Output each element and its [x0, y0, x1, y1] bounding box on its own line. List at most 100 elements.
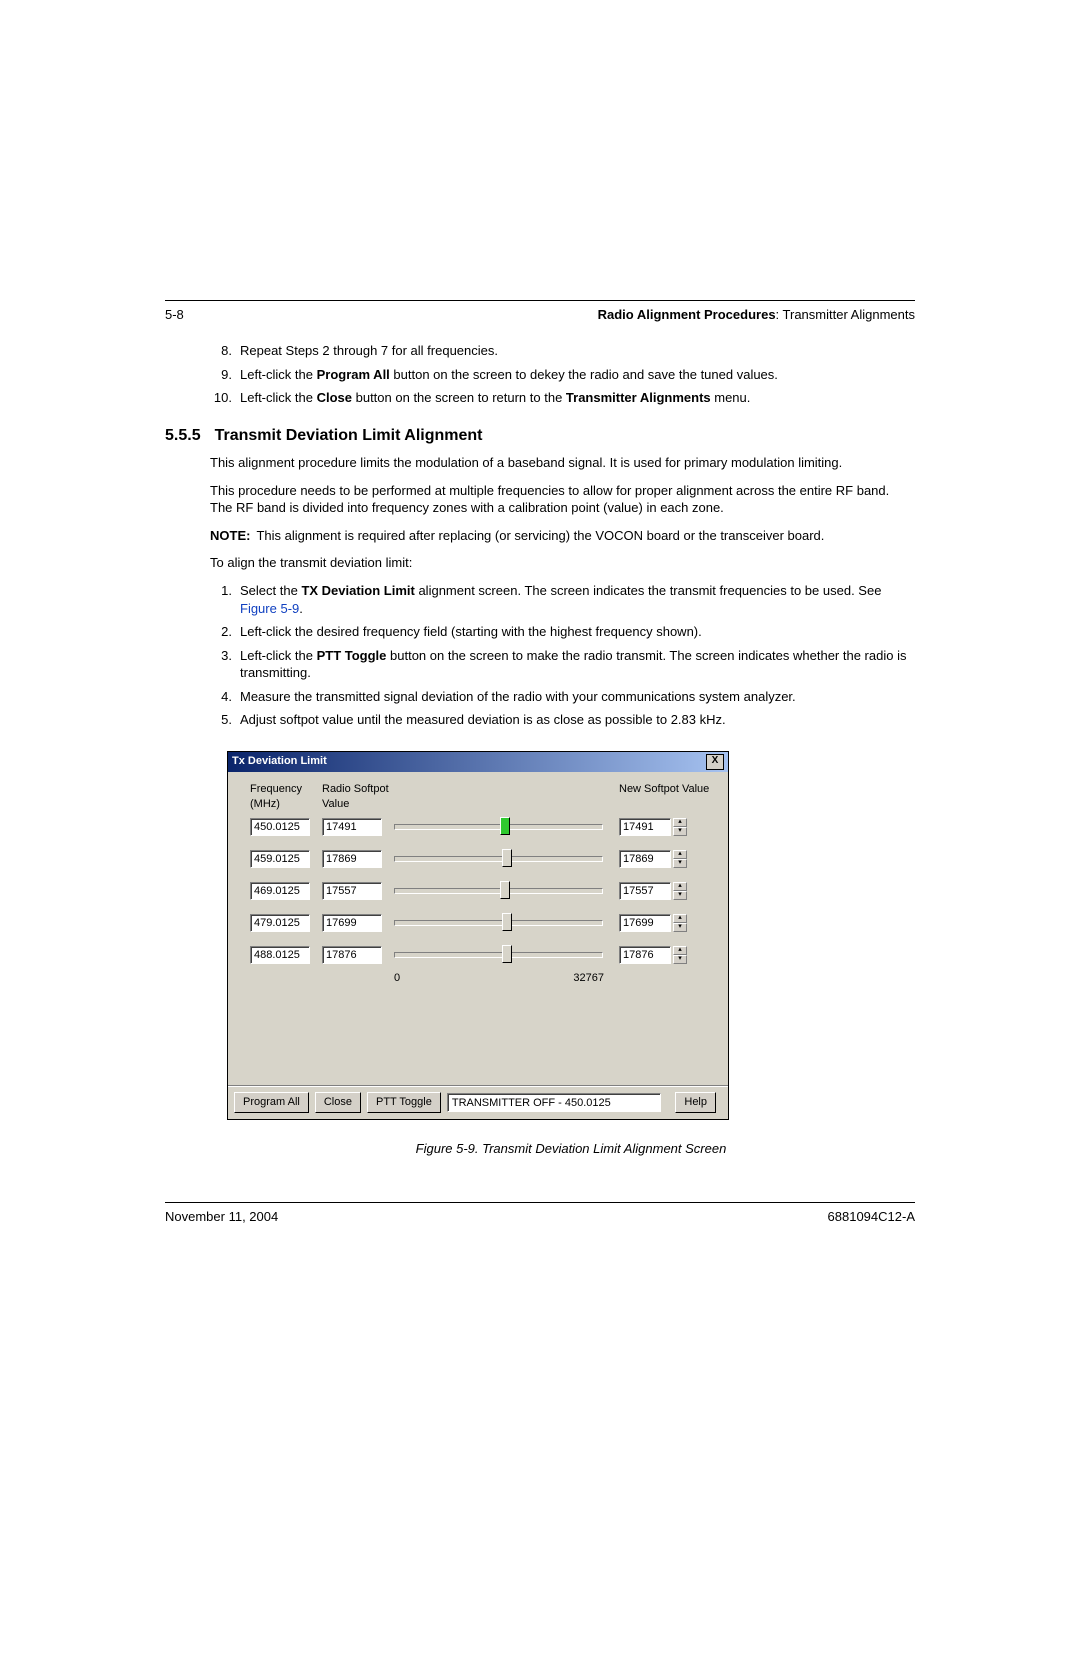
term-close: Close — [317, 390, 352, 405]
step-text-b: button on the screen to return to the — [352, 390, 566, 405]
tx-deviation-window: Tx Deviation Limit X Frequency (MHz) Rad… — [227, 751, 729, 1121]
spin-down-button[interactable]: ▾ — [673, 827, 687, 836]
softpot-slider[interactable] — [394, 817, 603, 837]
t: Left-click the desired frequency field (… — [240, 624, 702, 639]
figure-reference[interactable]: Figure 5-9 — [240, 601, 299, 616]
spin-control: ▴▾ — [673, 818, 687, 836]
slider-thumb[interactable] — [502, 945, 512, 963]
slider-thumb[interactable] — [502, 849, 512, 867]
proc-step-5: 5. Adjust softpot value until the measur… — [210, 711, 915, 729]
radio-softpot-field: 17699 — [322, 914, 382, 932]
frequency-field[interactable]: 450.0125 — [250, 818, 310, 836]
step-number: 9. — [210, 366, 232, 384]
window-titlebar[interactable]: Tx Deviation Limit X — [228, 752, 728, 772]
t: alignment screen. The screen indicates t… — [415, 583, 882, 598]
note-block: NOTE: This alignment is required after r… — [210, 527, 915, 545]
step-number: 8. — [210, 342, 232, 360]
spin-control: ▴▾ — [673, 946, 687, 964]
spin-down-button[interactable]: ▾ — [673, 891, 687, 900]
scale-min: 0 — [394, 971, 414, 986]
header-title: Radio Alignment Procedures: Transmitter … — [598, 307, 915, 322]
spin-up-button[interactable]: ▴ — [673, 818, 687, 827]
radio-softpot-field: 17491 — [322, 818, 382, 836]
step-number: 2. — [210, 623, 232, 641]
footer-rule — [165, 1202, 915, 1203]
close-button[interactable]: Close — [315, 1092, 361, 1113]
ptt-toggle-button[interactable]: PTT Toggle — [367, 1092, 441, 1113]
frequency-field[interactable]: 469.0125 — [250, 882, 310, 900]
t: Adjust softpot value until the measured … — [240, 712, 726, 727]
window-close-button[interactable]: X — [706, 754, 724, 770]
step-text-b: button on the screen to dekey the radio … — [390, 367, 778, 382]
t: Measure the transmitted signal deviation… — [240, 689, 796, 704]
help-button[interactable]: Help — [675, 1092, 716, 1113]
spin-up-button[interactable]: ▴ — [673, 914, 687, 923]
figure-caption: Figure 5-9. Transmit Deviation Limit Ali… — [227, 1140, 915, 1158]
frequency-field[interactable]: 479.0125 — [250, 914, 310, 932]
window-body: Frequency (MHz) Radio Softpot Value New … — [228, 772, 728, 991]
step-8: 8. Repeat Steps 2 through 7 for all freq… — [210, 342, 915, 360]
note-text: This alignment is required after replaci… — [256, 527, 824, 545]
new-softpot-field[interactable]: 17557 — [619, 882, 671, 900]
section-heading: 5.5.5 Transmit Deviation Limit Alignment — [165, 425, 915, 447]
softpot-slider[interactable] — [394, 913, 603, 933]
slider-thumb[interactable] — [500, 817, 510, 835]
step-number: 1. — [210, 582, 232, 600]
step-number: 10. — [210, 389, 232, 407]
header-title-rest: : Transmitter Alignments — [776, 307, 915, 322]
spin-down-button[interactable]: ▾ — [673, 923, 687, 932]
spin-control: ▴▾ — [673, 882, 687, 900]
slider-scale: 0 32767 — [394, 971, 714, 986]
frequency-field[interactable]: 488.0125 — [250, 946, 310, 964]
spin-up-button[interactable]: ▴ — [673, 882, 687, 891]
new-softpot-field[interactable]: 17869 — [619, 850, 671, 868]
spin-up-button[interactable]: ▴ — [673, 850, 687, 859]
new-softpot-field[interactable]: 17699 — [619, 914, 671, 932]
procedure-steps: 1. Select the TX Deviation Limit alignme… — [210, 582, 915, 729]
footer-docnum: 6881094C12-A — [828, 1209, 915, 1224]
term-ptt-toggle: PTT Toggle — [317, 648, 387, 663]
header-rule — [165, 300, 915, 301]
proc-step-4: 4. Measure the transmitted signal deviat… — [210, 688, 915, 706]
softpot-slider[interactable] — [394, 849, 603, 869]
t: Left-click the — [240, 648, 317, 663]
new-softpot-field[interactable]: 17491 — [619, 818, 671, 836]
term-transmitter-alignments: Transmitter Alignments — [566, 390, 711, 405]
spin-down-button[interactable]: ▾ — [673, 859, 687, 868]
slider-thumb[interactable] — [502, 913, 512, 931]
header-new-softpot: New Softpot Value — [619, 782, 714, 812]
step-text-c: menu. — [711, 390, 751, 405]
radio-softpot-field: 17869 — [322, 850, 382, 868]
new-softpot-field[interactable]: 17876 — [619, 946, 671, 964]
step-text: Repeat Steps 2 through 7 for all frequen… — [240, 343, 498, 358]
running-header: 5-8 Radio Alignment Procedures: Transmit… — [165, 307, 915, 322]
softpot-slider[interactable] — [394, 881, 603, 901]
scale-max: 32767 — [554, 971, 604, 986]
t: . — [299, 601, 303, 616]
softpot-row: 450.01251749117491▴▾ — [250, 817, 714, 837]
body-content: 8. Repeat Steps 2 through 7 for all freq… — [165, 342, 915, 1158]
step-text-a: Left-click the — [240, 367, 317, 382]
step-9: 9. Left-click the Program All button on … — [210, 366, 915, 384]
radio-softpot-field: 17876 — [322, 946, 382, 964]
softpot-slider[interactable] — [394, 945, 603, 965]
window-title: Tx Deviation Limit — [232, 754, 327, 769]
step-number: 4. — [210, 688, 232, 706]
footer-date: November 11, 2004 — [165, 1209, 278, 1224]
column-headers: Frequency (MHz) Radio Softpot Value New … — [250, 782, 714, 812]
t: Select the — [240, 583, 301, 598]
section-number: 5.5.5 — [165, 425, 201, 447]
spin-up-button[interactable]: ▴ — [673, 946, 687, 955]
transmitter-status-field: TRANSMITTER OFF - 450.0125 — [447, 1093, 662, 1112]
step-text-a: Left-click the — [240, 390, 317, 405]
slider-thumb[interactable] — [500, 881, 510, 899]
spin-control: ▴▾ — [673, 914, 687, 932]
header-spacer — [412, 782, 619, 812]
spin-down-button[interactable]: ▾ — [673, 955, 687, 964]
radio-softpot-field: 17557 — [322, 882, 382, 900]
step-number: 3. — [210, 647, 232, 665]
paragraph-3: To align the transmit deviation limit: — [210, 554, 915, 572]
frequency-field[interactable]: 459.0125 — [250, 850, 310, 868]
header-frequency: Frequency (MHz) — [250, 782, 322, 812]
program-all-button[interactable]: Program All — [234, 1092, 309, 1113]
